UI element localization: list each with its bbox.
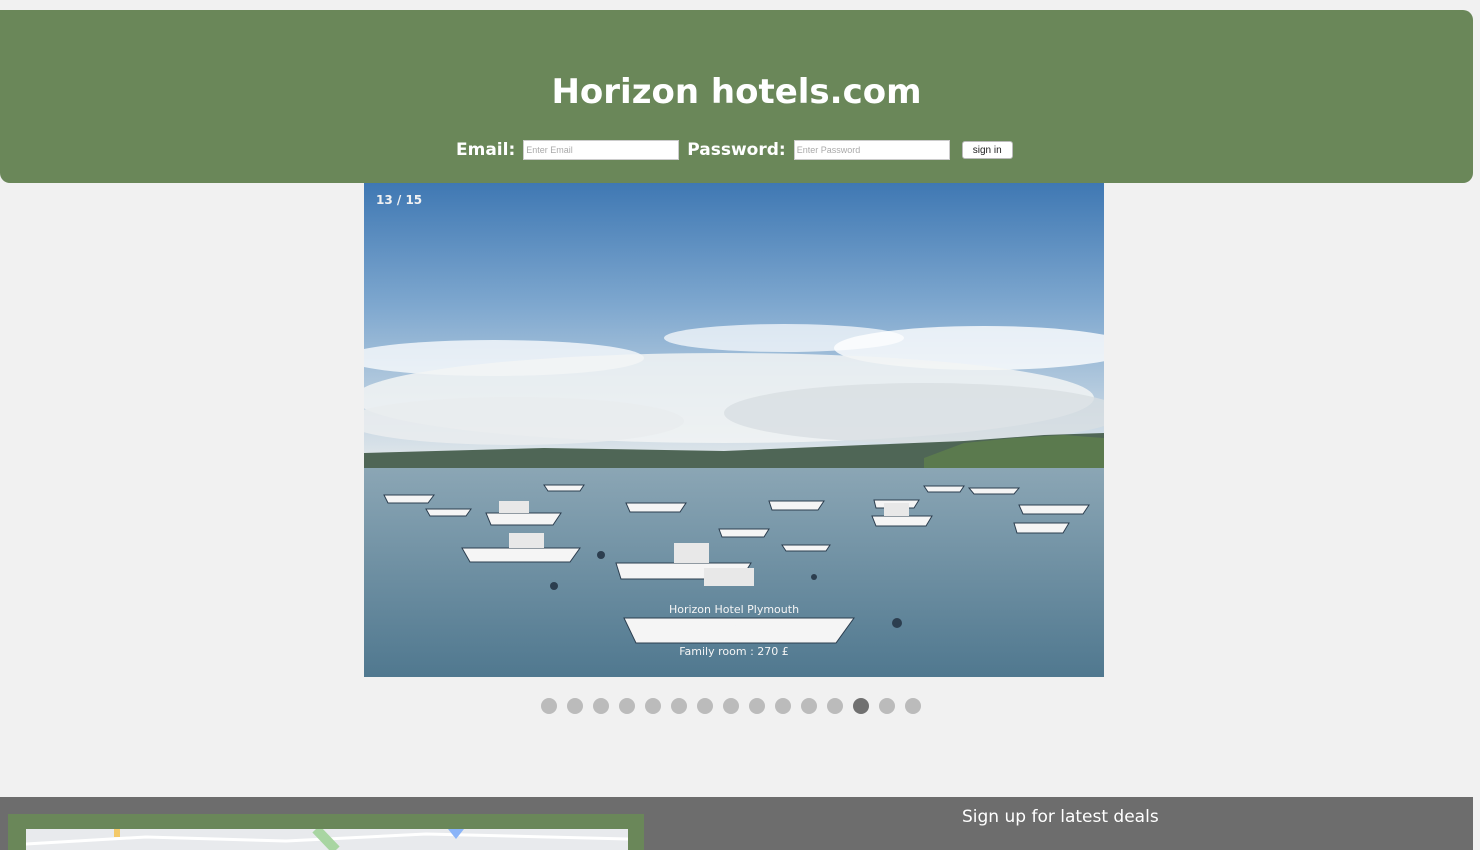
slide-dot-4[interactable] xyxy=(619,698,635,714)
slide-dot-6[interactable] xyxy=(671,698,687,714)
caption-family-room: Family room : 270 £ xyxy=(679,645,789,658)
caption-standard-room: Standard room : 180 £ xyxy=(671,617,797,630)
site-footer: Sign up for latest deals xyxy=(0,797,1473,850)
login-form: Email: Password: sign in xyxy=(456,137,1013,163)
slide-dot-9[interactable] xyxy=(749,698,765,714)
sign-in-button[interactable]: sign in xyxy=(961,141,1013,159)
email-label: Email: xyxy=(456,140,516,160)
slide-dot-7[interactable] xyxy=(697,698,713,714)
slide-dot-2[interactable] xyxy=(567,698,583,714)
caption-hotel-name: Horizon Hotel Plymouth xyxy=(668,603,800,616)
slide-dot-10[interactable] xyxy=(775,698,791,714)
slide-dot-3[interactable] xyxy=(593,698,609,714)
signup-deals-text: Sign up for latest deals xyxy=(962,807,1159,827)
slide-dots xyxy=(541,698,931,714)
slide-counter: 13 / 15 xyxy=(376,193,423,207)
map-embed[interactable] xyxy=(26,829,628,850)
hotel-slideshow[interactable]: 13 / 15 Horizon Hotel Plymouth Standard … xyxy=(364,183,1104,677)
caption-double-room: Double room : 216 £ xyxy=(677,631,791,644)
site-header: Horizon hotels.com Email: Password: sign… xyxy=(0,10,1473,183)
slide-dot-14[interactable] xyxy=(879,698,895,714)
slide-dot-1[interactable] xyxy=(541,698,557,714)
password-label: Password: xyxy=(687,140,786,160)
map-icon xyxy=(26,829,628,850)
slide-caption: Horizon Hotel Plymouth Standard room : 1… xyxy=(364,603,1104,659)
password-input[interactable] xyxy=(793,140,950,160)
slide-dot-5[interactable] xyxy=(645,698,661,714)
slide-dot-12[interactable] xyxy=(827,698,843,714)
slide-dot-13[interactable] xyxy=(853,698,869,714)
email-input[interactable] xyxy=(523,140,680,160)
map-container xyxy=(8,814,644,850)
site-title: Horizon hotels.com xyxy=(551,72,922,112)
slide-dot-11[interactable] xyxy=(801,698,817,714)
slide-dot-8[interactable] xyxy=(723,698,739,714)
slide-dot-15[interactable] xyxy=(905,698,921,714)
